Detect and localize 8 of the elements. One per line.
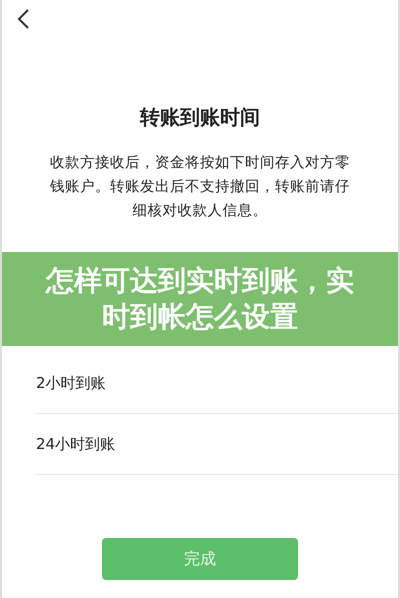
option-row[interactable]: 2小时到账 xyxy=(36,353,398,414)
option-label: 24小时到账 xyxy=(36,434,116,454)
back-icon[interactable] xyxy=(16,8,30,30)
option-label: 2小时到账 xyxy=(36,374,106,392)
banner-title: 怎样可达到实时到账，实时到帐怎么设置 xyxy=(44,263,355,335)
option-row[interactable]: 24小时到账 xyxy=(36,414,398,475)
description-text: 收款方接收后，资金将按如下时间存入对方零钱账户。转账发出后不支持撤回，转账前请仔细核对收款人信息。 xyxy=(50,154,350,221)
page-title: 转账到账时间 xyxy=(140,104,260,131)
